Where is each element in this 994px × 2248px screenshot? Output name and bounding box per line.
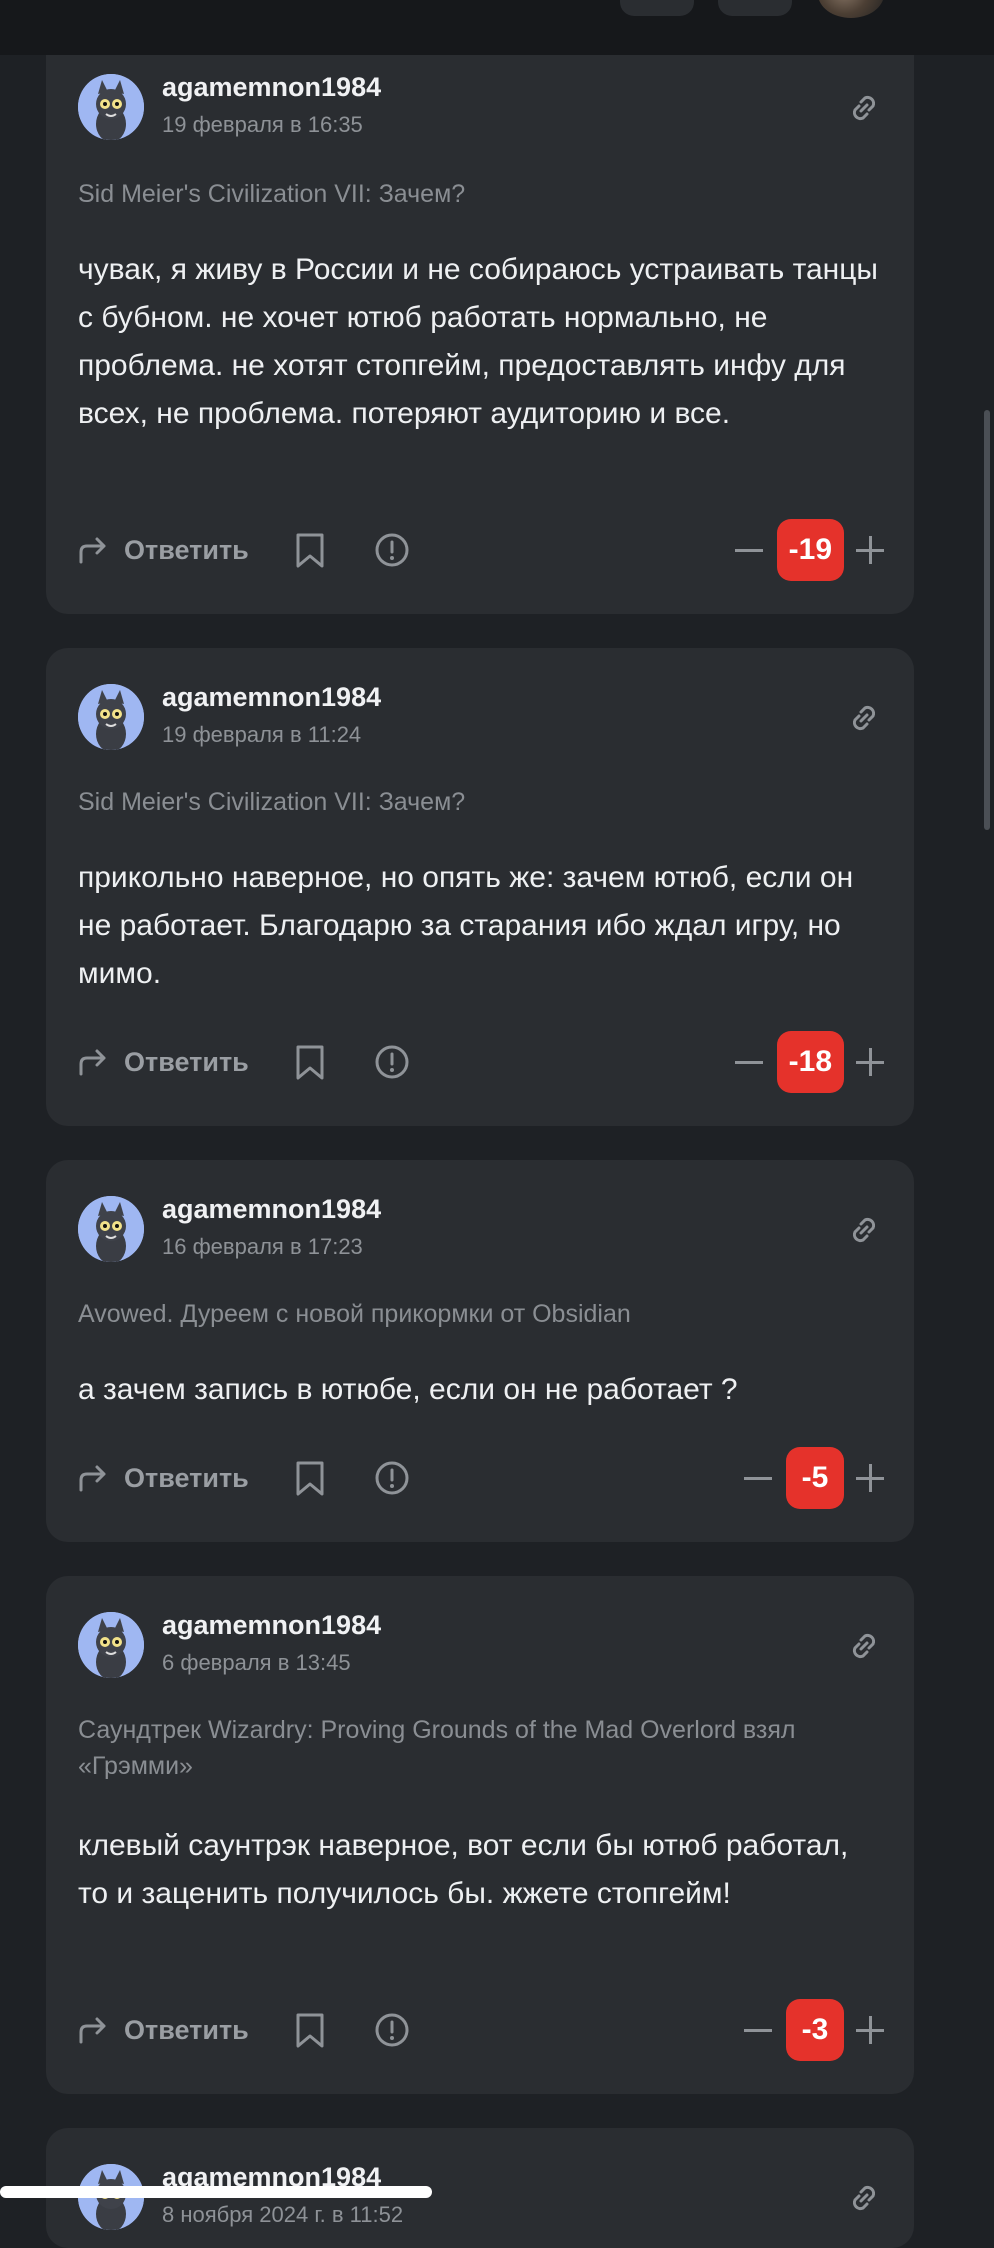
cat-avatar-icon bbox=[78, 684, 144, 750]
reply-button[interactable]: Ответить bbox=[78, 1456, 249, 1500]
avatar[interactable] bbox=[78, 684, 144, 750]
downvote-button[interactable] bbox=[734, 1060, 763, 1064]
comment-actions: Ответить -19 bbox=[78, 518, 884, 582]
reply-arrow-icon bbox=[79, 2017, 106, 2044]
reply-label: Ответить bbox=[124, 1046, 249, 1077]
username[interactable]: agamemnon1984 bbox=[162, 1194, 381, 1225]
report-button[interactable] bbox=[374, 532, 410, 573]
reply-arrow-icon bbox=[79, 1049, 106, 1076]
upvote-button[interactable] bbox=[856, 536, 884, 564]
report-button[interactable] bbox=[374, 1460, 410, 1501]
add-button[interactable] bbox=[718, 0, 792, 16]
post-topic-link[interactable]: Саундтрек Wizardry: Proving Grounds of t… bbox=[78, 1712, 884, 1784]
reply-button[interactable]: Ответить bbox=[78, 1040, 249, 1084]
downvote-button[interactable] bbox=[744, 2028, 772, 2032]
exclamation-icon bbox=[375, 2013, 409, 2047]
comment-actions: Ответить -18 bbox=[78, 1030, 884, 1094]
vote-control: -19 bbox=[734, 518, 884, 582]
link-icon bbox=[852, 1217, 876, 1243]
notifications-button[interactable] bbox=[620, 0, 694, 16]
bookmark-icon bbox=[296, 533, 324, 568]
bookmark-icon bbox=[296, 1045, 324, 1080]
reply-button[interactable]: Ответить bbox=[78, 528, 249, 572]
username[interactable]: agamemnon1984 bbox=[162, 1610, 381, 1641]
comment-actions: Ответить -3 bbox=[78, 1998, 884, 2062]
comment-card: agamemnon1984 19 февраля в 16:35 Sid Mei… bbox=[46, 30, 914, 614]
post-topic-link[interactable]: Sid Meier's Civilization VII: Зачем? bbox=[78, 176, 884, 212]
copy-link-button[interactable] bbox=[844, 2178, 884, 2218]
avatar[interactable] bbox=[78, 1196, 144, 1262]
comment-date: 8 ноября 2024 г. в 11:52 bbox=[162, 2202, 404, 2227]
downvote-button[interactable] bbox=[744, 1476, 772, 1480]
exclamation-icon bbox=[375, 533, 409, 567]
bookmark-icon bbox=[296, 1461, 324, 1496]
comment-card: agamemnon1984 19 февраля в 11:24 Sid Mei… bbox=[46, 648, 914, 1126]
vote-control: -18 bbox=[734, 1030, 884, 1094]
reply-arrow-icon bbox=[79, 1465, 106, 1492]
search-button[interactable] bbox=[548, 0, 582, 20]
copy-link-button[interactable] bbox=[844, 88, 884, 128]
vote-control: -5 bbox=[744, 1446, 884, 1510]
post-topic-link[interactable]: Sid Meier's Civilization VII: Зачем? bbox=[78, 784, 884, 820]
reply-button[interactable]: Ответить bbox=[78, 2008, 249, 2052]
copy-link-button[interactable] bbox=[844, 698, 884, 738]
exclamation-icon bbox=[375, 1461, 409, 1495]
vote-control: -3 bbox=[744, 1998, 884, 2062]
link-icon bbox=[852, 705, 876, 731]
comment-date: 6 февраля в 13:45 bbox=[162, 1650, 351, 1675]
comment-date: 16 февраля в 17:23 bbox=[162, 1234, 363, 1259]
copy-link-button[interactable] bbox=[844, 1626, 884, 1666]
bookmark-button[interactable] bbox=[294, 532, 326, 573]
comment-card: agamemnon1984 16 февраля в 17:23 Avowed.… bbox=[46, 1160, 914, 1542]
report-button[interactable] bbox=[374, 2012, 410, 2053]
comment-date: 19 февраля в 11:24 bbox=[162, 722, 362, 747]
comment-text: прикольно наверное, но опять же: зачем ю… bbox=[78, 861, 854, 990]
reply-label: Ответить bbox=[124, 1462, 249, 1493]
username[interactable]: agamemnon1984 bbox=[162, 72, 381, 103]
link-icon bbox=[852, 2185, 876, 2211]
comment-actions: Ответить -5 bbox=[78, 1446, 884, 1510]
comment-score: -5 bbox=[786, 1447, 844, 1509]
link-icon bbox=[852, 95, 876, 121]
comment-card: agamemnon1984 6 февраля в 13:45 Саундтре… bbox=[46, 1576, 914, 2094]
copy-link-button[interactable] bbox=[844, 1210, 884, 1250]
avatar[interactable] bbox=[78, 1612, 144, 1678]
cat-avatar-icon bbox=[78, 1196, 144, 1262]
username[interactable]: agamemnon1984 bbox=[162, 682, 381, 713]
bookmark-button[interactable] bbox=[294, 1460, 326, 1501]
link-icon bbox=[852, 1633, 876, 1659]
post-topic-link[interactable]: Avowed. Дуреем с новой прикормки от Obsi… bbox=[78, 1296, 884, 1332]
reply-arrow-icon bbox=[79, 537, 106, 564]
downvote-button[interactable] bbox=[734, 548, 763, 552]
comment-text: чувак, я живу в России и не собираюсь ус… bbox=[78, 253, 878, 430]
search-icon bbox=[548, 0, 582, 8]
bookmark-icon bbox=[296, 2013, 324, 2048]
upvote-button[interactable] bbox=[856, 1048, 884, 1076]
bookmark-button[interactable] bbox=[294, 2012, 326, 2053]
top-bar bbox=[0, 0, 994, 55]
home-indicator[interactable] bbox=[0, 2186, 432, 2198]
comment-text: клевый саунтрэк наверное, вот если бы ют… bbox=[78, 1829, 849, 1910]
avatar[interactable] bbox=[78, 74, 144, 140]
reply-label: Ответить bbox=[124, 2014, 249, 2045]
cat-avatar-icon bbox=[78, 74, 144, 140]
comment-score: -19 bbox=[776, 519, 844, 581]
user-avatar[interactable] bbox=[818, 0, 884, 18]
cat-avatar-icon bbox=[78, 1612, 144, 1678]
comment-score: -3 bbox=[786, 1999, 844, 2061]
exclamation-icon bbox=[375, 1045, 409, 1079]
comment-score: -18 bbox=[776, 1031, 844, 1093]
comment-text: а зачем запись в ютюбе, если он не работ… bbox=[78, 1373, 738, 1406]
comment-date: 19 февраля в 16:35 bbox=[162, 112, 363, 137]
reply-label: Ответить bbox=[124, 534, 249, 565]
upvote-button[interactable] bbox=[856, 2016, 884, 2044]
bookmark-button[interactable] bbox=[294, 1044, 326, 1085]
scrollbar[interactable] bbox=[984, 410, 990, 830]
report-button[interactable] bbox=[374, 1044, 410, 1085]
upvote-button[interactable] bbox=[856, 1464, 884, 1492]
